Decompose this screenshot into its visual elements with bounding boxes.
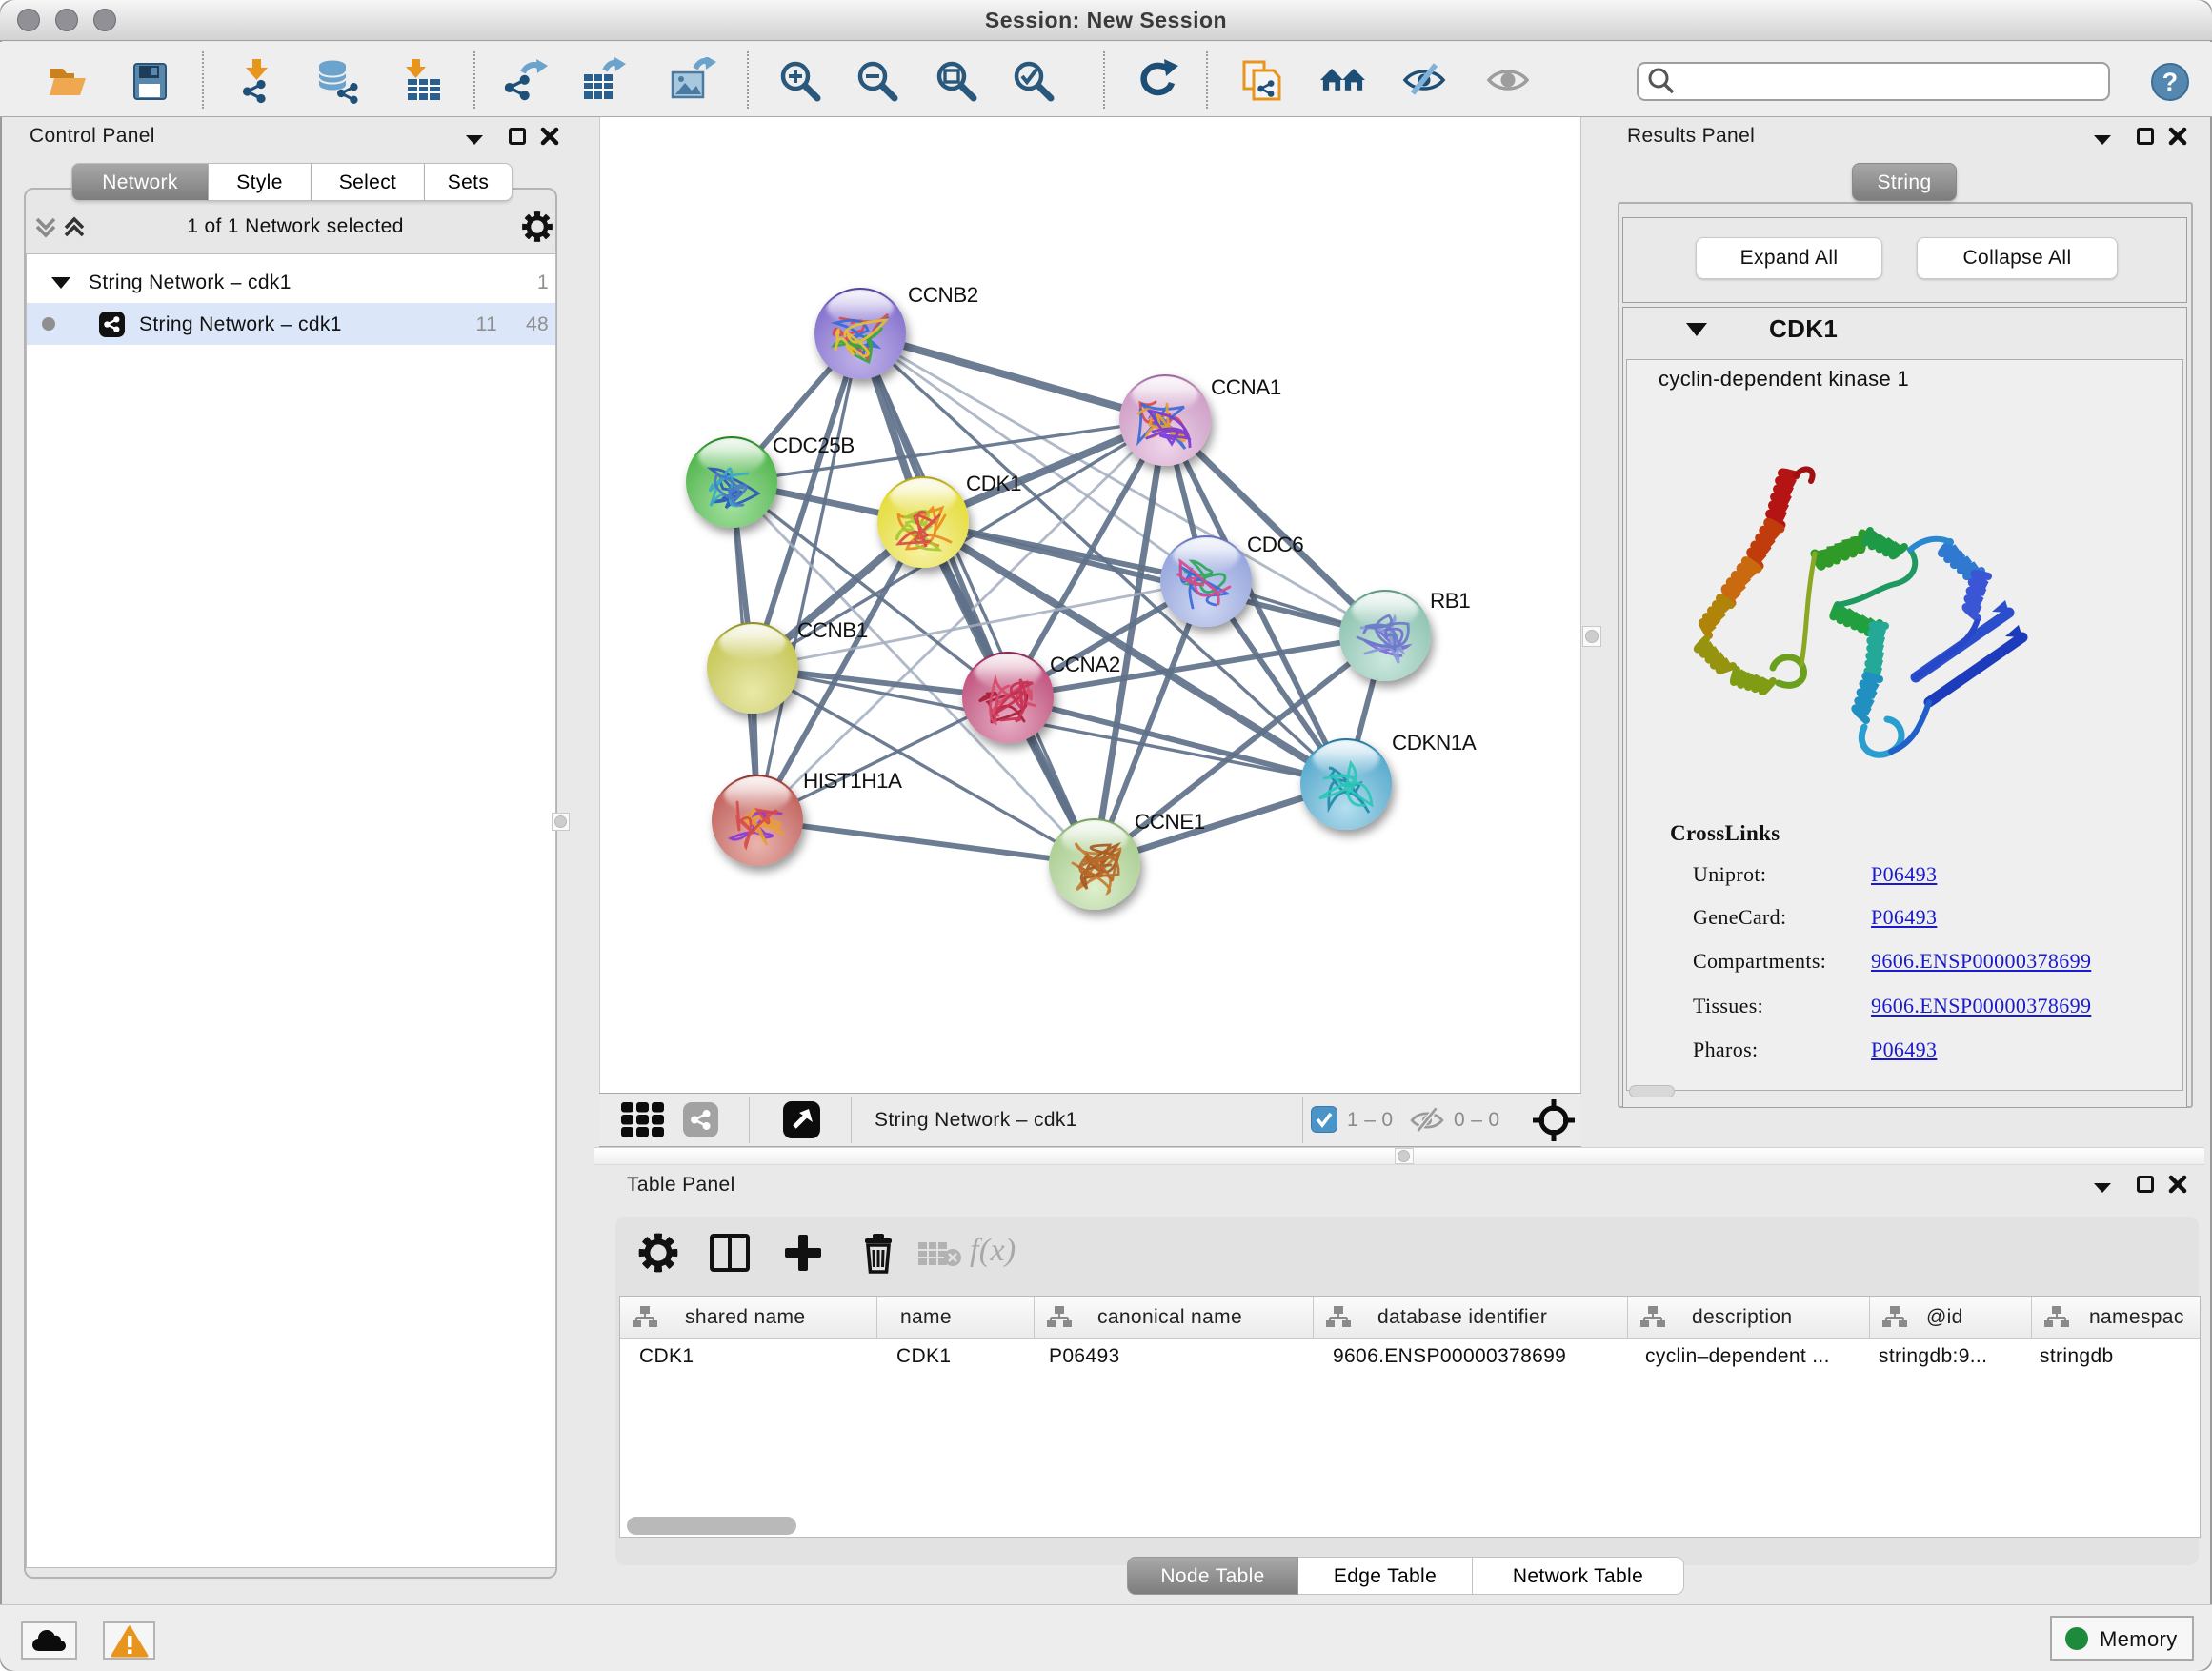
svg-text:HIST1H1A: HIST1H1A [803,769,902,793]
svg-text:RB1: RB1 [1430,589,1470,613]
svg-text:CDC25B: CDC25B [773,433,855,457]
svg-text:CDKN1A: CDKN1A [1392,731,1477,755]
svg-text:CDC6: CDC6 [1247,533,1303,556]
svg-text:CDK1: CDK1 [966,472,1021,495]
svg-text:CCNA2: CCNA2 [1050,653,1120,676]
svg-text:CCNE1: CCNE1 [1135,810,1205,834]
svg-text:CCNB2: CCNB2 [908,283,978,307]
svg-text:CCNA1: CCNA1 [1211,375,1281,399]
svg-text:CCNB1: CCNB1 [797,618,868,642]
